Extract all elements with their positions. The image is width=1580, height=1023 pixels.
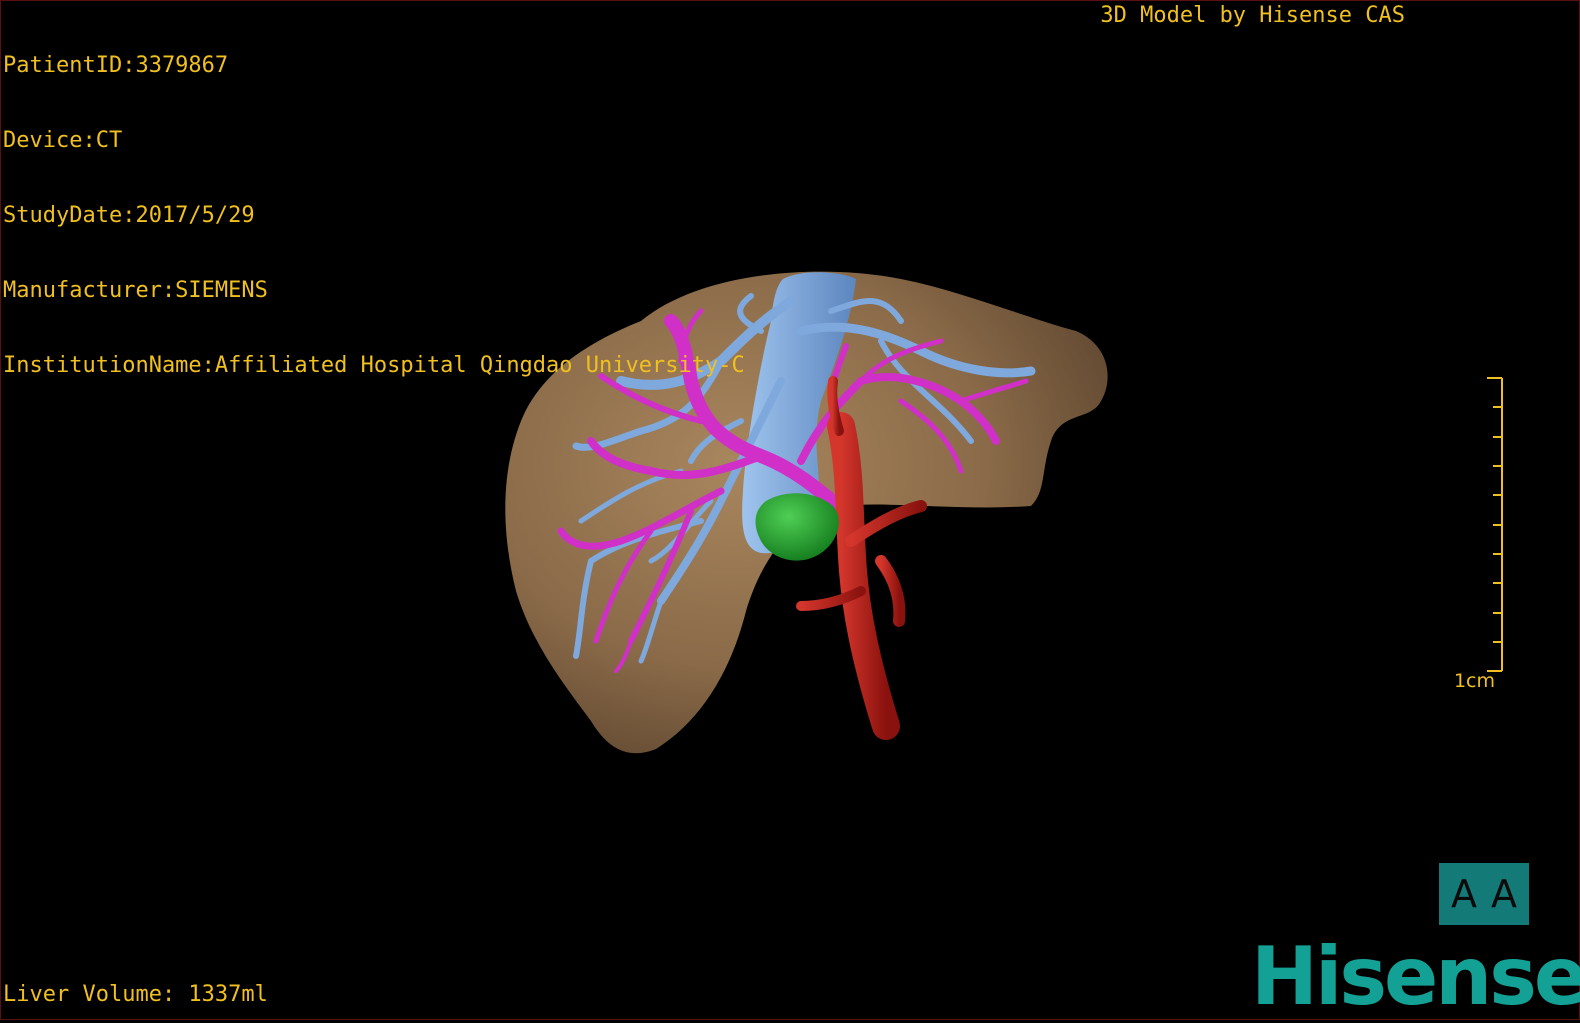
- model-credit: 3D Model by Hisense CAS: [1100, 3, 1405, 28]
- manufacturer: Manufacturer:SIEMENS: [3, 278, 268, 303]
- orientation-letter-mirrored: A: [1451, 872, 1477, 916]
- patient-id: PatientID:3379867: [3, 53, 229, 78]
- scale-bar-label: 1cm: [1453, 670, 1495, 692]
- dicom-metadata: PatientID:3379867 Device:CT StudyDate:20…: [3, 3, 745, 428]
- institution-name: InstitutionName:Affiliated Hospital Qing…: [3, 353, 745, 378]
- orientation-letter: A: [1491, 872, 1517, 916]
- orientation-cube-icon[interactable]: A A: [1439, 863, 1529, 925]
- 3d-viewport[interactable]: PatientID:3379867 Device:CT StudyDate:20…: [0, 0, 1580, 1020]
- liver-volume: Liver Volume: 1337ml: [3, 982, 268, 1007]
- study-date: StudyDate:2017/5/29: [3, 203, 255, 228]
- hisense-logo: Hisense: [1251, 930, 1580, 1023]
- scale-bar: [1487, 377, 1503, 672]
- device: Device:CT: [3, 128, 123, 153]
